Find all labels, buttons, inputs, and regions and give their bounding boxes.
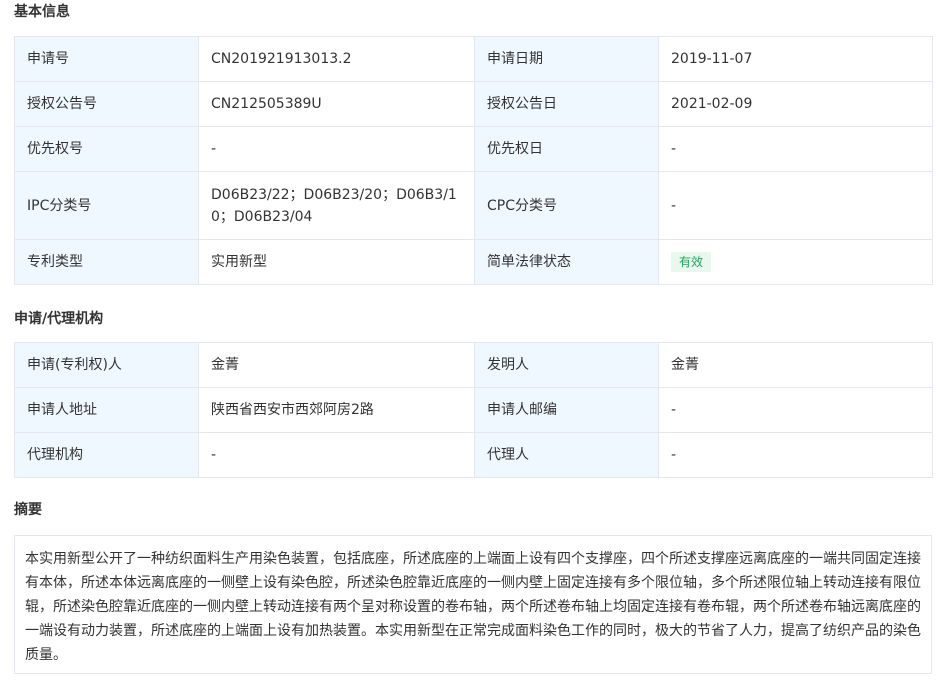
application-number-value: CN201921913013.2 (198, 36, 475, 82)
agency-table: 申请(专利权)人 金菁 发明人 金菁 申请人地址 陕西省西安市西郊阿房2路 申请… (14, 342, 933, 478)
patent-detail-page: 基本信息 申请号 CN201921913013.2 申请日期 2019-11-0… (0, 0, 936, 683)
table-row: 申请(专利权)人 金菁 发明人 金菁 (14, 342, 933, 388)
patent-type-label: 专利类型 (14, 239, 199, 285)
publication-date-label: 授权公告日 (474, 81, 659, 127)
applicant-postcode-value: - (658, 387, 933, 433)
abstract-text: 本实用新型公开了一种纺织面料生产用染色装置，包括底座，所述底座的上端面上设有四个… (14, 535, 932, 674)
table-row: IPC分类号 D06B23/22；D06B23/20；D06B3/10；D06B… (14, 171, 933, 240)
applicant-label: 申请(专利权)人 (14, 342, 199, 388)
patent-type-value: 实用新型 (198, 239, 475, 285)
table-row: 优先权号 - 优先权日 - (14, 126, 933, 172)
legal-status-label: 简单法律状态 (474, 239, 659, 285)
application-date-label: 申请日期 (474, 36, 659, 82)
section-title-abstract: 摘要 (14, 502, 42, 518)
ipc-class-label: IPC分类号 (14, 171, 199, 240)
applicant-postcode-label: 申请人邮编 (474, 387, 659, 433)
inventor-value: 金菁 (658, 342, 933, 388)
publication-date-value: 2021-02-09 (658, 81, 933, 127)
agent-value: - (658, 432, 933, 478)
table-row: 申请号 CN201921913013.2 申请日期 2019-11-07 (14, 36, 933, 82)
inventor-label: 发明人 (474, 342, 659, 388)
application-number-label: 申请号 (14, 36, 199, 82)
table-row: 代理机构 - 代理人 - (14, 432, 933, 478)
table-row: 专利类型 实用新型 简单法律状态 有效 (14, 239, 933, 285)
priority-number-label: 优先权号 (14, 126, 199, 172)
agency-label: 代理机构 (14, 432, 199, 478)
applicant-address-label: 申请人地址 (14, 387, 199, 433)
cpc-class-label: CPC分类号 (474, 171, 659, 240)
priority-date-value: - (658, 126, 933, 172)
applicant-address-value: 陕西省西安市西郊阿房2路 (198, 387, 475, 433)
agent-label: 代理人 (474, 432, 659, 478)
publication-number-label: 授权公告号 (14, 81, 199, 127)
ipc-class-value: D06B23/22；D06B23/20；D06B3/10；D06B23/04 (198, 171, 475, 240)
section-title-basic-info: 基本信息 (14, 4, 70, 20)
legal-status-cell: 有效 (658, 239, 933, 285)
application-date-value: 2019-11-07 (658, 36, 933, 82)
priority-number-value: - (198, 126, 475, 172)
priority-date-label: 优先权日 (474, 126, 659, 172)
table-row: 申请人地址 陕西省西安市西郊阿房2路 申请人邮编 - (14, 387, 933, 433)
cpc-class-value: - (658, 171, 933, 240)
agency-value: - (198, 432, 475, 478)
table-row: 授权公告号 CN212505389U 授权公告日 2021-02-09 (14, 81, 933, 127)
status-badge: 有效 (671, 252, 712, 272)
applicant-value: 金菁 (198, 342, 475, 388)
publication-number-value: CN212505389U (198, 81, 475, 127)
section-title-agency: 申请/代理机构 (14, 311, 104, 327)
basic-info-table: 申请号 CN201921913013.2 申请日期 2019-11-07 授权公… (14, 36, 933, 285)
